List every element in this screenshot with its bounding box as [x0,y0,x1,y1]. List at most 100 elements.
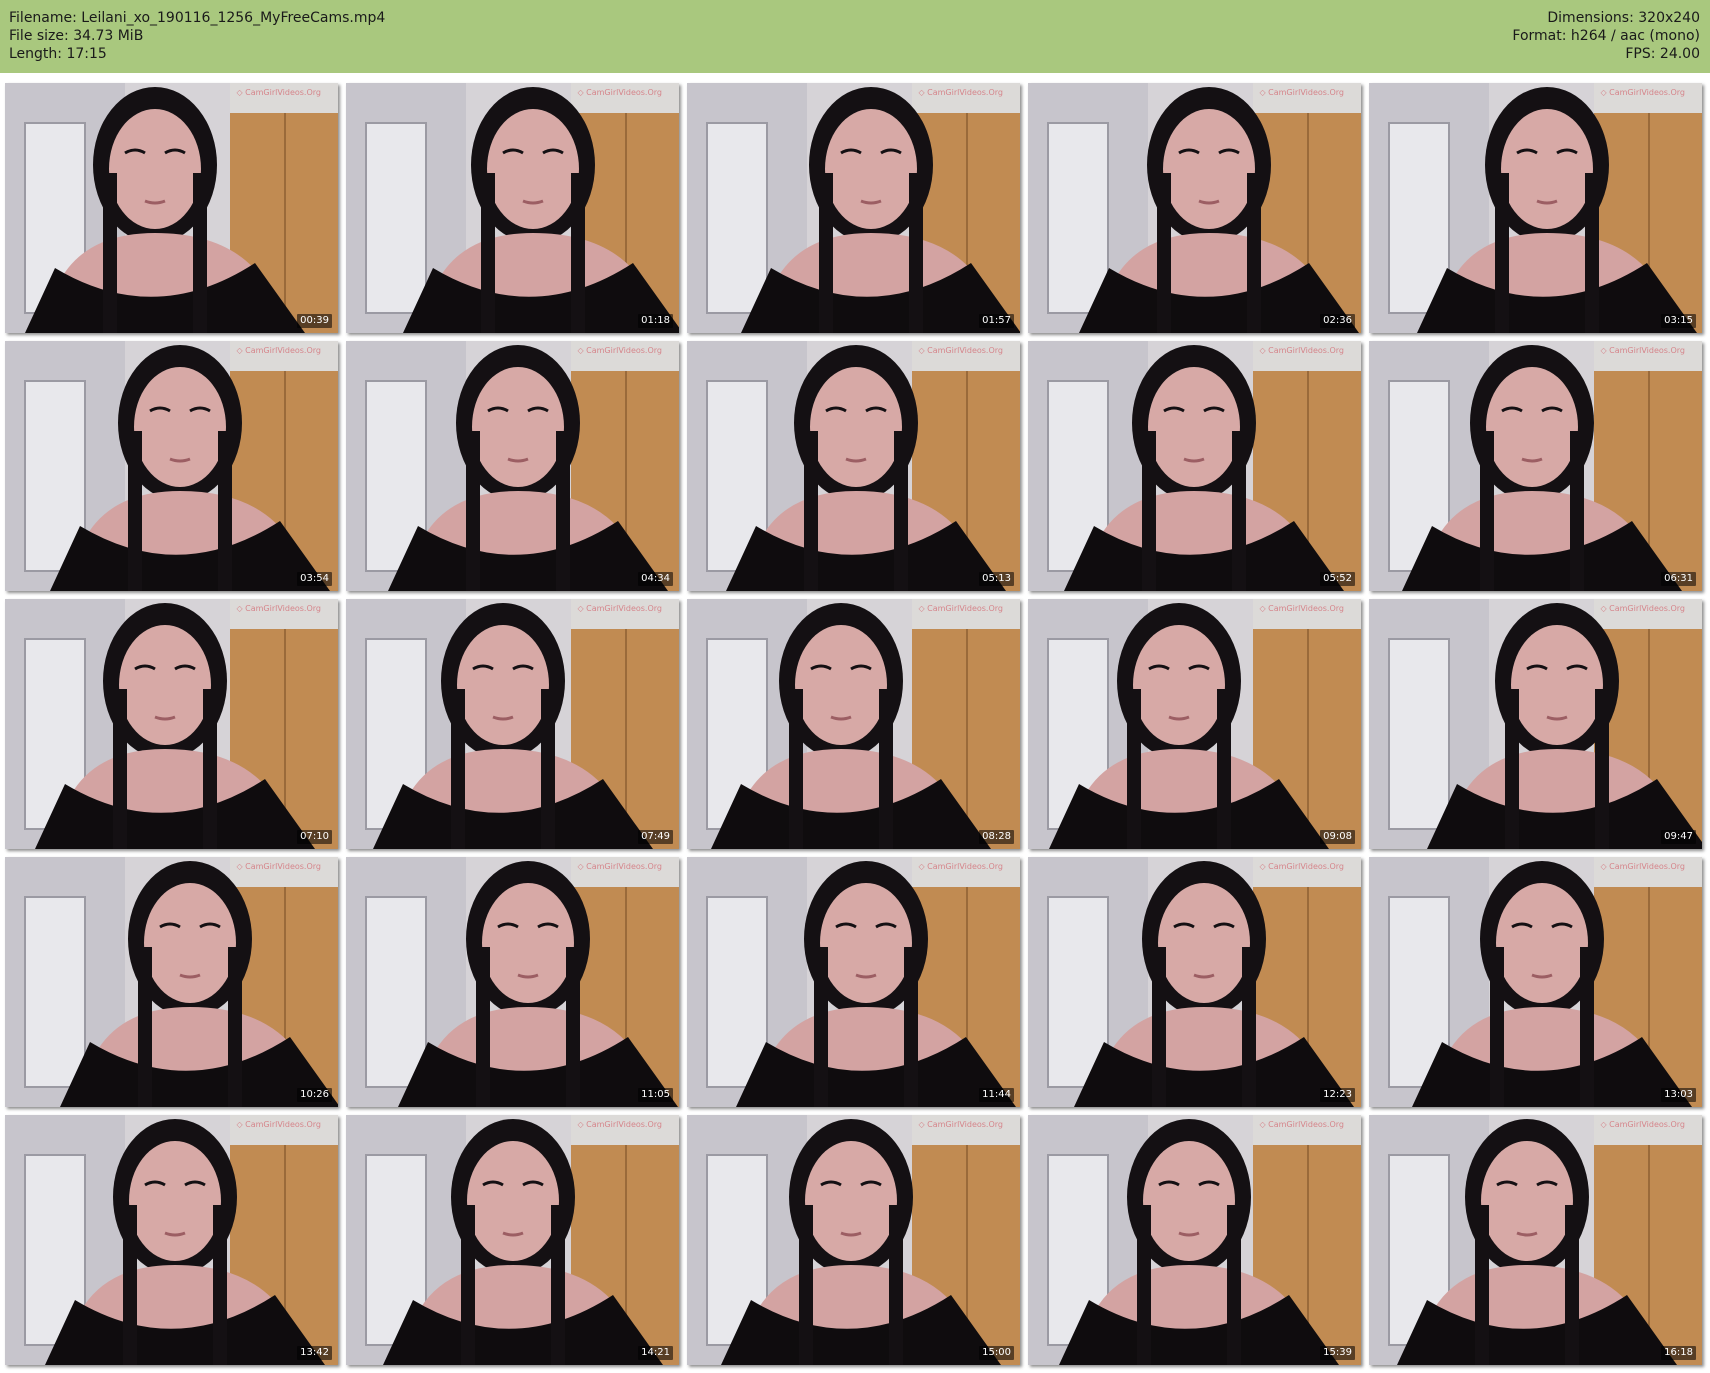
thumbnail-timestamp: 13:03 [1661,1088,1696,1102]
svg-text:◇ CamGirlVideos.Org: ◇ CamGirlVideos.Org [1259,862,1344,871]
frame-image: ◇ CamGirlVideos.Org [687,599,1020,849]
frame-image: ◇ CamGirlVideos.Org [346,599,679,849]
video-thumbnail[interactable]: ◇ CamGirlVideos.Org 09:47 [1369,599,1702,849]
frame-image: ◇ CamGirlVideos.Org [1369,83,1702,333]
svg-text:◇ CamGirlVideos.Org: ◇ CamGirlVideos.Org [1600,346,1685,355]
video-thumbnail[interactable]: ◇ CamGirlVideos.Org 03:54 [5,341,338,591]
svg-text:◇ CamGirlVideos.Org: ◇ CamGirlVideos.Org [577,604,662,613]
thumbnail-grid: ◇ CamGirlVideos.Org 00:39 ◇ CamGirlVideos.… [5,83,1705,1368]
video-thumbnail[interactable]: ◇ CamGirlVideos.Org 12:23 [1028,857,1361,1107]
svg-text:◇ CamGirlVideos.Org: ◇ CamGirlVideos.Org [1259,1120,1344,1129]
svg-text:◇ CamGirlVideos.Org: ◇ CamGirlVideos.Org [236,88,321,97]
video-thumbnail[interactable]: ◇ CamGirlVideos.Org 05:52 [1028,341,1361,591]
svg-text:◇ CamGirlVideos.Org: ◇ CamGirlVideos.Org [918,862,1003,871]
frame-image: ◇ CamGirlVideos.Org [346,341,679,591]
video-thumbnail[interactable]: ◇ CamGirlVideos.Org 03:15 [1369,83,1702,333]
video-thumbnail[interactable]: ◇ CamGirlVideos.Org 14:21 [346,1115,679,1365]
svg-text:◇ CamGirlVideos.Org: ◇ CamGirlVideos.Org [918,88,1003,97]
fps-text: FPS: 24.00 [1625,46,1700,62]
thumbnail-timestamp: 12:23 [1320,1088,1355,1102]
thumbnail-timestamp: 01:57 [979,314,1014,328]
thumbnail-timestamp: 07:49 [638,830,673,844]
svg-text:◇ CamGirlVideos.Org: ◇ CamGirlVideos.Org [236,862,321,871]
frame-image: ◇ CamGirlVideos.Org [346,83,679,333]
video-thumbnail[interactable]: ◇ CamGirlVideos.Org 01:18 [346,83,679,333]
frame-image: ◇ CamGirlVideos.Org [1369,1115,1702,1365]
thumbnail-timestamp: 10:26 [297,1088,332,1102]
frame-image: ◇ CamGirlVideos.Org [1028,599,1361,849]
svg-text:◇ CamGirlVideos.Org: ◇ CamGirlVideos.Org [918,604,1003,613]
video-thumbnail[interactable]: ◇ CamGirlVideos.Org 13:03 [1369,857,1702,1107]
frame-image: ◇ CamGirlVideos.Org [1369,599,1702,849]
thumbnail-timestamp: 07:10 [297,830,332,844]
thumbnail-timestamp: 13:42 [297,1346,332,1360]
frame-image: ◇ CamGirlVideos.Org [5,341,338,591]
thumbnail-timestamp: 05:52 [1320,572,1355,586]
video-thumbnail[interactable]: ◇ CamGirlVideos.Org 10:26 [5,857,338,1107]
video-thumbnail[interactable]: ◇ CamGirlVideos.Org 11:44 [687,857,1020,1107]
frame-image: ◇ CamGirlVideos.Org [1028,83,1361,333]
video-thumbnail[interactable]: ◇ CamGirlVideos.Org 06:31 [1369,341,1702,591]
thumbnail-timestamp: 03:15 [1661,314,1696,328]
video-thumbnail[interactable]: ◇ CamGirlVideos.Org 07:49 [346,599,679,849]
thumbnail-timestamp: 08:28 [979,830,1014,844]
video-thumbnail[interactable]: ◇ CamGirlVideos.Org 16:18 [1369,1115,1702,1365]
thumbnail-timestamp: 15:39 [1320,1346,1355,1360]
frame-image: ◇ CamGirlVideos.Org [1028,857,1361,1107]
svg-text:◇ CamGirlVideos.Org: ◇ CamGirlVideos.Org [1600,604,1685,613]
filename-text: Filename: Leilani_xo_190116_1256_MyFreeC… [9,10,386,26]
svg-text:◇ CamGirlVideos.Org: ◇ CamGirlVideos.Org [577,1120,662,1129]
frame-image: ◇ CamGirlVideos.Org [687,857,1020,1107]
thumbnail-timestamp: 11:05 [638,1088,673,1102]
thumbnail-timestamp: 09:47 [1661,830,1696,844]
thumbnail-timestamp: 01:18 [638,314,673,328]
svg-text:◇ CamGirlVideos.Org: ◇ CamGirlVideos.Org [236,1120,321,1129]
frame-image: ◇ CamGirlVideos.Org [687,341,1020,591]
svg-text:◇ CamGirlVideos.Org: ◇ CamGirlVideos.Org [577,346,662,355]
frame-image: ◇ CamGirlVideos.Org [5,857,338,1107]
video-thumbnail[interactable]: ◇ CamGirlVideos.Org 09:08 [1028,599,1361,849]
svg-text:◇ CamGirlVideos.Org: ◇ CamGirlVideos.Org [1600,1120,1685,1129]
video-thumbnail[interactable]: ◇ CamGirlVideos.Org 15:39 [1028,1115,1361,1365]
frame-image: ◇ CamGirlVideos.Org [5,1115,338,1365]
thumbnail-timestamp: 02:36 [1320,314,1355,328]
thumbnail-timestamp: 15:00 [979,1346,1014,1360]
frame-image: ◇ CamGirlVideos.Org [687,83,1020,333]
svg-text:◇ CamGirlVideos.Org: ◇ CamGirlVideos.Org [1600,862,1685,871]
video-info-header: Filename: Leilani_xo_190116_1256_MyFreeC… [0,0,1710,73]
video-thumbnail[interactable]: ◇ CamGirlVideos.Org 08:28 [687,599,1020,849]
video-thumbnail[interactable]: ◇ CamGirlVideos.Org 11:05 [346,857,679,1107]
svg-text:◇ CamGirlVideos.Org: ◇ CamGirlVideos.Org [1600,88,1685,97]
file-info-right: Dimensions: 320x240 Format: h264 / aac (… [1512,9,1700,63]
dimensions-text: Dimensions: 320x240 [1547,10,1700,26]
video-thumbnail[interactable]: ◇ CamGirlVideos.Org 04:34 [346,341,679,591]
frame-image: ◇ CamGirlVideos.Org [1369,857,1702,1107]
frame-image: ◇ CamGirlVideos.Org [1028,1115,1361,1365]
frame-image: ◇ CamGirlVideos.Org [1028,341,1361,591]
video-thumbnail[interactable]: ◇ CamGirlVideos.Org 01:57 [687,83,1020,333]
svg-text:◇ CamGirlVideos.Org: ◇ CamGirlVideos.Org [1259,88,1344,97]
frame-image: ◇ CamGirlVideos.Org [346,1115,679,1365]
thumbnail-timestamp: 11:44 [979,1088,1014,1102]
thumbnail-timestamp: 05:13 [979,572,1014,586]
frame-image: ◇ CamGirlVideos.Org [5,599,338,849]
video-thumbnail[interactable]: ◇ CamGirlVideos.Org 00:39 [5,83,338,333]
video-thumbnail[interactable]: ◇ CamGirlVideos.Org 02:36 [1028,83,1361,333]
svg-text:◇ CamGirlVideos.Org: ◇ CamGirlVideos.Org [1259,604,1344,613]
length-text: Length: 17:15 [9,46,107,62]
format-text: Format: h264 / aac (mono) [1512,28,1700,44]
frame-image: ◇ CamGirlVideos.Org [687,1115,1020,1365]
thumbnail-timestamp: 00:39 [297,314,332,328]
thumbnail-timestamp: 09:08 [1320,830,1355,844]
svg-text:◇ CamGirlVideos.Org: ◇ CamGirlVideos.Org [918,1120,1003,1129]
thumbnail-timestamp: 04:34 [638,572,673,586]
thumbnail-timestamp: 06:31 [1661,572,1696,586]
video-thumbnail[interactable]: ◇ CamGirlVideos.Org 15:00 [687,1115,1020,1365]
svg-text:◇ CamGirlVideos.Org: ◇ CamGirlVideos.Org [236,604,321,613]
video-thumbnail[interactable]: ◇ CamGirlVideos.Org 07:10 [5,599,338,849]
thumbnail-timestamp: 16:18 [1661,1346,1696,1360]
file-size-text: File size: 34.73 MiB [9,28,144,44]
thumbnail-timestamp: 14:21 [638,1346,673,1360]
video-thumbnail[interactable]: ◇ CamGirlVideos.Org 13:42 [5,1115,338,1365]
video-thumbnail[interactable]: ◇ CamGirlVideos.Org 05:13 [687,341,1020,591]
